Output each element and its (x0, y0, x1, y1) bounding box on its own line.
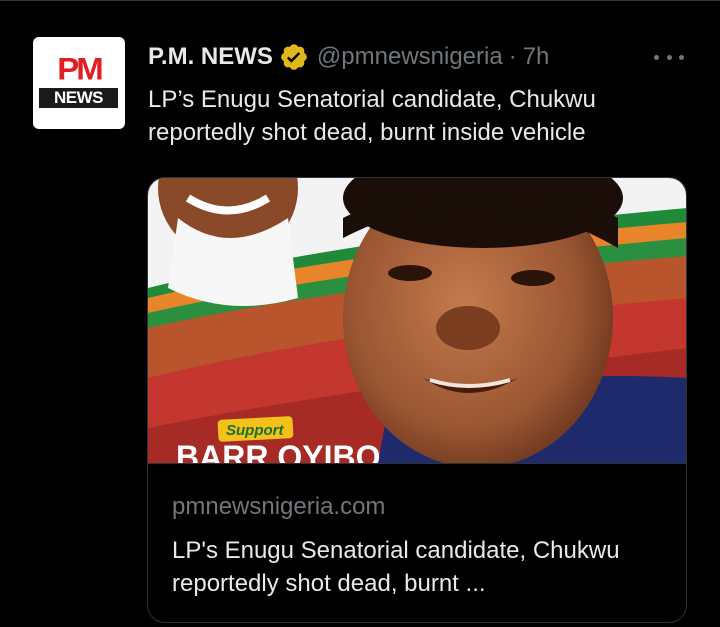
more-dot (654, 54, 659, 60)
link-card[interactable]: Support BARR OYIBO pmnewsnigeria.com LP'… (147, 177, 687, 623)
banner-support-text: Support (226, 422, 284, 439)
more-dot (666, 54, 672, 60)
author-handle[interactable]: @pmnewsnigeria (317, 43, 503, 71)
link-card-meta[interactable]: pmnewsnigeria.com LP's Enugu Senatorial … (148, 463, 686, 622)
author-name[interactable]: P.M. NEWS (148, 43, 273, 71)
pm-news-logo-bottom: NEWS (39, 88, 118, 108)
link-card-image[interactable]: Support BARR OYIBO (148, 178, 686, 463)
tweet-header: P.M. NEWS @pmnewsnigeria · 7h (148, 39, 549, 75)
separator-dot: · (508, 43, 517, 70)
more-dot (679, 54, 684, 60)
pm-news-logo-top: PM (57, 50, 104, 87)
link-title: LP's Enugu Senatorial candidate, Chukwu … (172, 537, 620, 597)
timestamp[interactable]: 7h (523, 43, 550, 71)
tweet[interactable]: PM NEWS P.M. NEWS @pmnewsnigeria · 7h LP… (0, 0, 720, 627)
tweet-text: LP’s Enugu Senatorial candidate, Chukwu … (148, 86, 596, 146)
avatar[interactable]: PM NEWS (33, 37, 125, 129)
more-options-icon[interactable] (654, 45, 684, 69)
campaign-poster-image: Support BARR OYIBO (148, 178, 686, 463)
verified-badge-icon[interactable] (279, 42, 309, 72)
link-domain: pmnewsnigeria.com (172, 493, 386, 520)
banner-name-text: BARR OYIBO (176, 439, 380, 463)
